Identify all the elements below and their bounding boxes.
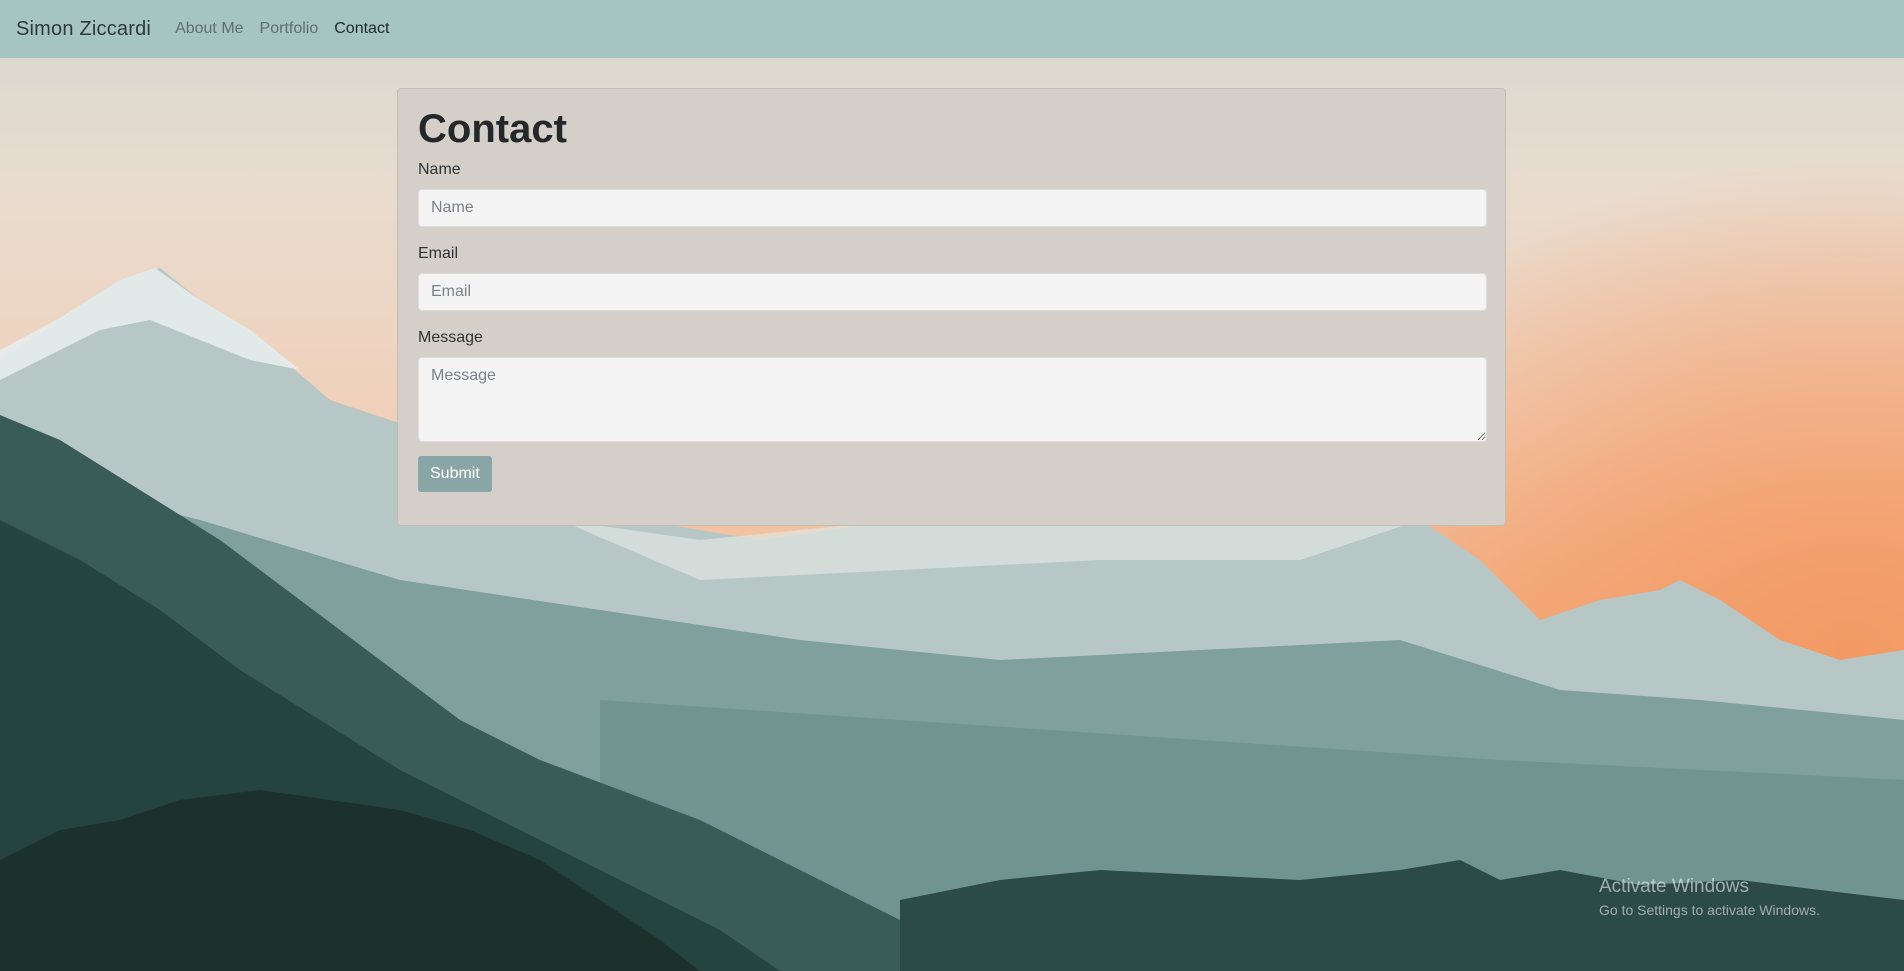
message-form-group: Message — [418, 329, 1487, 442]
page-title: Contact — [418, 107, 567, 151]
windows-activation-watermark: Activate Windows Go to Settings to activ… — [1599, 876, 1820, 918]
nav-link-contact[interactable]: Contact — [334, 20, 389, 38]
top-navbar: Simon Ziccardi About Me Portfolio Contac… — [0, 0, 1904, 58]
nav-link-about-me[interactable]: About Me — [175, 20, 243, 38]
name-form-group: Name — [418, 161, 1487, 227]
email-form-group: Email — [418, 245, 1487, 311]
name-label: Name — [418, 161, 461, 178]
navbar-brand[interactable]: Simon Ziccardi — [16, 18, 151, 41]
email-input[interactable] — [418, 273, 1487, 311]
nav-link-portfolio[interactable]: Portfolio — [260, 20, 319, 38]
watermark-title: Activate Windows — [1599, 876, 1749, 897]
submit-button[interactable]: Submit — [418, 456, 492, 492]
message-label: Message — [418, 329, 483, 346]
message-textarea[interactable] — [418, 357, 1487, 442]
name-input[interactable] — [418, 189, 1487, 227]
watermark-subtitle: Go to Settings to activate Windows. — [1599, 902, 1820, 918]
contact-form-card: Contact Name Email Message Submit — [397, 88, 1506, 526]
email-label: Email — [418, 245, 459, 262]
